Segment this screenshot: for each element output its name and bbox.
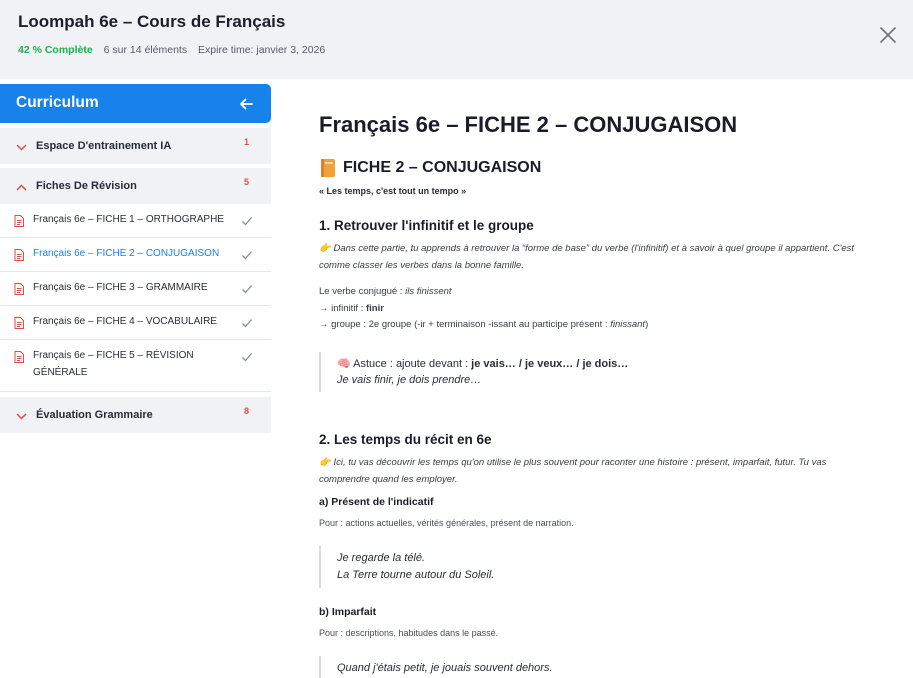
- lesson-label: Français 6e – FICHE 3 – GRAMMAIRE: [33, 282, 208, 293]
- progress-percent: 42 % Complète: [18, 44, 93, 56]
- lesson-item[interactable]: Français 6e – FICHE 4 – VOCABULAIRE: [0, 306, 271, 340]
- page-title: Français 6e – FICHE 2 – CONJUGAISON: [319, 112, 738, 137]
- curriculum-title: Curriculum: [16, 94, 99, 111]
- section-intro: 👉 Dans cette partie, tu apprends à retro…: [319, 243, 855, 271]
- lesson-label: Français 6e – FICHE 1 – ORTHOGRAPHE: [33, 214, 224, 225]
- text: Le verbe conjugué :: [319, 286, 406, 297]
- text-italic: finissant: [610, 319, 646, 330]
- check-icon: [241, 350, 253, 362]
- check-icon: [241, 248, 253, 260]
- example-line: Quand j'étais petit, je jouais souvent d…: [337, 661, 553, 674]
- section-count: 8: [243, 406, 249, 416]
- example-line: Je regarde la télé.: [337, 551, 426, 564]
- section-heading: 1. Retrouver l'infinitif et le groupe: [319, 218, 534, 233]
- subsection-heading: b) Imparfait: [319, 605, 377, 618]
- section-intro: 👉 Ici, tu vas découvrir les temps qu'on …: [319, 456, 827, 485]
- tip-quote: 🧠 Astuce : ajoute devant : je vais… / je…: [319, 351, 879, 392]
- tip-line: 🧠 Astuce : ajoute devant : je vais… / je…: [337, 356, 879, 372]
- section-heading: 2. Les temps du récit en 6e: [319, 431, 492, 447]
- lesson-item-active[interactable]: Français 6e – FICHE 2 – CONJUGAISON: [0, 238, 271, 272]
- text-italic: ils finissent: [405, 286, 452, 297]
- course-title: Loompah 6e – Cours de Français: [18, 12, 286, 31]
- items-count: 6 sur 14 éléments: [103, 44, 188, 56]
- text-bold: finir: [366, 302, 384, 314]
- book-icon: [319, 158, 337, 178]
- example-line: La Terre tourne autour du Soleil.: [337, 568, 495, 581]
- arrow-left-icon[interactable]: [239, 97, 253, 111]
- text: ): [645, 319, 649, 330]
- section-evaluation-grammaire[interactable]: Évaluation Grammaire 8: [0, 397, 271, 433]
- lesson-label: Français 6e – FICHE 4 – VOCABULAIRE: [33, 316, 217, 327]
- example-line: Le verbe conjugué : ils finissent: [319, 284, 879, 301]
- lesson-item[interactable]: Français 6e – FICHE 1 – ORTHOGRAPHE: [0, 204, 271, 238]
- curriculum-sidebar: Curriculum Espace D'entrainement IA 1 Fi…: [0, 84, 271, 433]
- subsection-heading: a) Présent de l'indicatif: [319, 495, 434, 508]
- document-icon: [14, 214, 24, 227]
- section-fiches-revision[interactable]: Fiches De Révision 5: [0, 168, 271, 204]
- text: → groupe : 2e groupe (-ir + terminaison …: [319, 319, 611, 330]
- lesson-item[interactable]: Français 6e – FICHE 3 – GRAMMAIRE: [0, 272, 271, 306]
- lesson-subtitle: FICHE 2 – CONJUGAISON: [319, 158, 879, 178]
- lesson-item[interactable]: Français 6e – FICHE 5 – RÉVISION GÉNÉRAL…: [0, 340, 271, 392]
- section-espace-entrainement[interactable]: Espace D'entrainement IA 1: [0, 128, 271, 164]
- section-label: Fiches De Révision: [36, 180, 137, 192]
- check-icon: [241, 282, 253, 294]
- course-header: Loompah 6e – Cours de Français 42 % Comp…: [0, 0, 913, 79]
- chevron-down-icon: [16, 409, 27, 420]
- section-count: 1: [243, 137, 249, 147]
- course-meta: 42 % Complète 6 sur 14 éléments Expire t…: [18, 44, 325, 56]
- subsection-desc: Pour : descriptions, habitudes dans le p…: [319, 627, 499, 638]
- subtitle-text: FICHE 2 – CONJUGAISON: [343, 159, 542, 176]
- check-icon: [241, 214, 253, 226]
- section-label: Évaluation Grammaire: [36, 409, 153, 421]
- lesson-label: Français 6e – FICHE 2 – CONJUGAISON: [33, 248, 220, 259]
- chevron-down-icon: [16, 140, 27, 151]
- check-icon: [241, 316, 253, 328]
- lesson-content: Français 6e – FICHE 2 – CONJUGAISON FICH…: [319, 112, 879, 678]
- subsection-desc: Pour : actions actuelles, vérités généra…: [319, 517, 574, 528]
- lesson-label: Français 6e – FICHE 5 – RÉVISION GÉNÉRAL…: [33, 350, 194, 378]
- example-quote: Quand j'étais petit, je jouais souvent d…: [319, 655, 879, 678]
- example-line: → infinitif : finir: [319, 301, 879, 318]
- document-icon: [14, 316, 24, 329]
- section-count: 5: [243, 177, 249, 187]
- document-icon: [14, 350, 24, 363]
- chevron-up-icon: [16, 180, 27, 191]
- example-block: Le verbe conjugué : ils finissent → infi…: [319, 284, 879, 334]
- curriculum-header: Curriculum: [0, 84, 271, 123]
- example-quote: Je regarde la télé. La Terre tourne auto…: [319, 545, 879, 588]
- example-line: → groupe : 2e groupe (-ir + terminaison …: [319, 317, 879, 334]
- document-icon: [14, 282, 24, 295]
- text: → infinitif :: [319, 302, 366, 314]
- section-label: Espace D'entrainement IA: [36, 140, 172, 152]
- document-icon: [14, 248, 24, 261]
- expire-time: Expire time: janvier 3, 2026: [198, 44, 326, 56]
- tip-example: Je vais finir, je dois prendre…: [337, 372, 879, 388]
- text: 🧠 Astuce : ajoute devant :: [337, 357, 472, 370]
- tagline: « Les temps, c'est tout un tempo »: [319, 186, 467, 196]
- close-icon[interactable]: [879, 26, 897, 44]
- text-bold: je vais… / je veux… / je dois…: [471, 357, 629, 370]
- text-italic: Je vais finir, je dois prendre…: [337, 373, 482, 386]
